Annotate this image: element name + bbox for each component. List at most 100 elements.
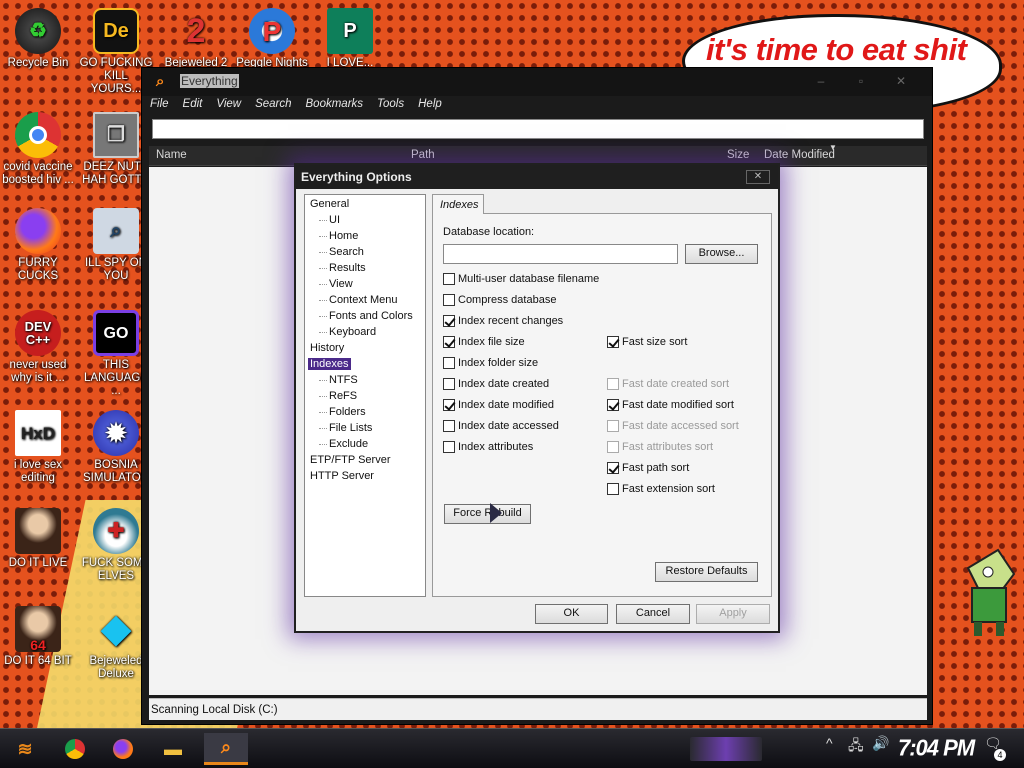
desktop-icon-hxd[interactable]: HxD i love sex editing [0, 410, 76, 485]
taskbar-everything-icon[interactable]: ⌕ [204, 733, 248, 765]
checkbox-index-recent-changes[interactable]: Index recent changes [443, 315, 563, 327]
options-tree: General UI Home Search Results View Cont… [304, 194, 426, 597]
tree-item-file-lists[interactable]: File Lists [318, 422, 372, 434]
column-name[interactable]: Name [156, 149, 187, 161]
force-rebuild-button[interactable]: Force Rebuild [444, 504, 531, 524]
start-menu-icon[interactable]: ≋ [8, 733, 42, 765]
checkbox-fast-size-sort[interactable]: Fast size sort [607, 336, 687, 348]
desktop-icon-publisher[interactable]: P I LOVE... [312, 8, 388, 70]
desktop-icon-label: Recycle Bin [7, 57, 69, 69]
checkbox-box-checked [443, 336, 455, 348]
volume-icon[interactable]: 🔊 [872, 735, 889, 752]
checkbox-compress-db[interactable]: Compress database [443, 294, 556, 306]
dialog-title: Everything Options [301, 170, 412, 184]
mouse-cursor-icon [490, 503, 502, 523]
tab-indexes[interactable]: Indexes [432, 194, 484, 214]
tree-item-ui[interactable]: UI [319, 214, 340, 226]
tree-item-ntfs[interactable]: NTFS [319, 374, 358, 386]
checkbox-label: Fast date created sort [622, 378, 729, 390]
desktop-icon-do-it-64[interactable]: 64 DO IT 64 BIT [0, 606, 76, 668]
desktop-icon-recycle-bin[interactable]: ♻ Recycle Bin [0, 8, 76, 70]
taskbar-file-explorer-icon[interactable]: ▬ [156, 733, 190, 765]
checkbox-box [443, 378, 455, 390]
clock[interactable]: 7:04 PM [898, 734, 975, 761]
close-icon[interactable]: ✕ [888, 74, 914, 88]
desktop-icon-label: covid vaccine boosted hiv ... [2, 161, 74, 186]
tree-item-folders[interactable]: Folders [319, 406, 366, 418]
database-location-input[interactable] [443, 244, 678, 264]
checkbox-fast-path-sort[interactable]: Fast path sort [607, 462, 689, 474]
desktop-icon-label: FURRY CUCKS [17, 257, 59, 282]
checkbox-box-checked [607, 336, 619, 348]
tree-item-general[interactable]: General [310, 198, 349, 210]
tree-item-home[interactable]: Home [318, 230, 358, 242]
restore-defaults-button[interactable]: Restore Defaults [655, 562, 758, 582]
network-icon[interactable]: 🖧 [848, 735, 864, 759]
checkbox-label: Multi-user database filename [458, 273, 600, 285]
search-input[interactable] [152, 119, 924, 139]
tree-item-view[interactable]: View [319, 278, 353, 290]
column-date-modified[interactable]: Date Modified [764, 149, 835, 161]
checkbox-index-date-accessed[interactable]: Index date accessed [443, 420, 559, 432]
dialog-title-bar[interactable]: Everything Options ✕ [296, 165, 778, 189]
checkbox-fast-date-modified-sort[interactable]: Fast date modified sort [607, 399, 734, 411]
desktop-icon-chrome[interactable]: covid vaccine boosted hiv ... [0, 112, 76, 187]
menu-edit[interactable]: Edit [183, 98, 203, 110]
tree-item-http-server[interactable]: HTTP Server [310, 470, 374, 482]
desktop-icon-firefox[interactable]: FURRY CUCKS [0, 208, 76, 283]
minimize-icon[interactable]: – [808, 74, 834, 88]
cancel-button[interactable]: Cancel [616, 604, 690, 624]
checkbox-box [607, 483, 619, 495]
dialog-close-button[interactable]: ✕ [746, 170, 770, 184]
menu-file[interactable]: File [150, 98, 169, 110]
menu-view[interactable]: View [216, 98, 241, 110]
tree-item-refs[interactable]: ReFS [318, 390, 357, 402]
checkbox-box [443, 441, 455, 453]
checkbox-index-date-created[interactable]: Index date created [443, 378, 549, 390]
menu-bookmarks[interactable]: Bookmarks [306, 98, 364, 110]
tree-item-search[interactable]: Search [319, 246, 364, 258]
menu-bar: File Edit View Search Bookmarks Tools Help [150, 98, 456, 116]
column-size[interactable]: Size [727, 149, 749, 161]
main-title-bar[interactable]: ⌕ Everything – ▫ ✕ [142, 68, 932, 96]
status-text: Scanning Local Disk (C:) [151, 704, 278, 716]
taskbar-firefox-icon[interactable] [106, 733, 140, 765]
tree-item-results[interactable]: Results [319, 262, 366, 274]
checkbox-index-folder-size[interactable]: Index folder size [443, 357, 538, 369]
ok-button[interactable]: OK [535, 604, 608, 624]
checkbox-index-attributes[interactable]: Index attributes [443, 441, 533, 453]
checkbox-index-date-modified[interactable]: Index date modified [443, 399, 554, 411]
tree-item-etp-ftp-server[interactable]: ETP/FTP Server [310, 454, 390, 466]
checkbox-fast-extension-sort[interactable]: Fast extension sort [607, 483, 715, 495]
checkbox-index-file-size[interactable]: Index file size [443, 336, 525, 348]
column-path[interactable]: Path [411, 149, 435, 161]
goland-icon: GO [93, 310, 139, 356]
desktop-icon-peggle[interactable]: P Peggle Nights [234, 8, 310, 70]
menu-search[interactable]: Search [255, 98, 291, 110]
taskbar-chrome-icon[interactable] [58, 733, 92, 765]
main-window-title: Everything [180, 74, 239, 88]
tree-item-indexes[interactable]: Indexes [308, 358, 351, 370]
tree-item-context-menu[interactable]: Context Menu [318, 294, 397, 306]
santa-icon: ✚ [93, 508, 139, 554]
tree-item-fonts-colors[interactable]: Fonts and Colors [319, 310, 413, 322]
menu-help[interactable]: Help [418, 98, 442, 110]
maximize-icon[interactable]: ▫ [848, 74, 874, 88]
desktop-icon-devcpp[interactable]: DEV C++ never used why is it ... [0, 310, 76, 385]
desktop-icon-do-it-live[interactable]: DO IT LIVE [0, 508, 76, 570]
checkbox-label: Index date modified [458, 399, 555, 411]
tree-item-keyboard[interactable]: Keyboard [318, 326, 376, 338]
checkbox-box [607, 441, 619, 453]
desktop-icon-bejeweled-2[interactable]: 2 Bejeweled 2 [158, 8, 234, 70]
menu-tools[interactable]: Tools [377, 98, 404, 110]
status-bar: Scanning Local Disk (C:) [149, 698, 927, 720]
notification-count-badge: 4 [994, 749, 1006, 761]
tree-item-history[interactable]: History [310, 342, 344, 354]
tray-up-arrow-icon[interactable]: ^ [826, 735, 833, 751]
mine-icon: ✹ [93, 410, 139, 456]
tree-item-exclude[interactable]: Exclude [318, 438, 368, 450]
checkbox-label: Fast size sort [622, 336, 688, 348]
checkbox-box-checked [443, 399, 455, 411]
browse-button[interactable]: Browse... [685, 244, 758, 264]
checkbox-multi-user-db[interactable]: Multi-user database filename [443, 273, 599, 285]
